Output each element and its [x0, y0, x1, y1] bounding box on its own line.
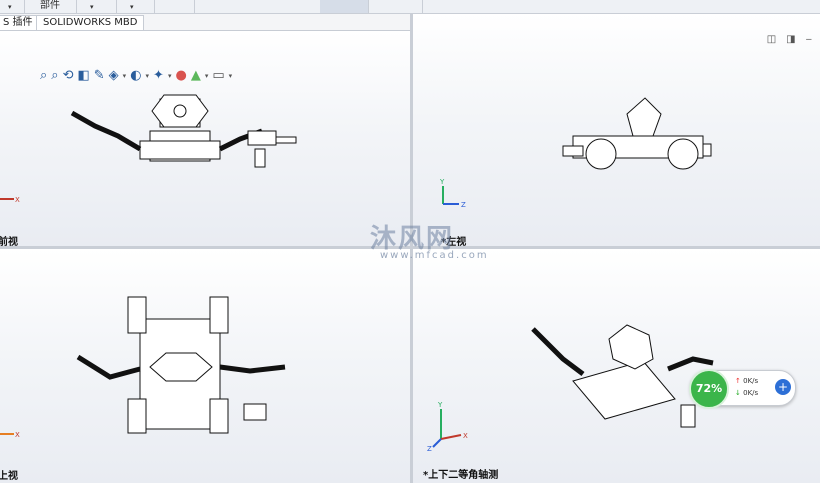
- chevron-down-icon: ▾: [90, 3, 94, 11]
- hide-show-items-icon[interactable]: ✦: [153, 68, 164, 84]
- upload-speed: ↑ 0K/s: [735, 377, 758, 385]
- view-label-isometric: *上下二等角轴测: [423, 470, 499, 481]
- tab-solidworks-mbd[interactable]: SOLIDWORKS MBD: [36, 15, 145, 30]
- axis-indicator: X: [0, 431, 20, 439]
- axis-indicator: Y Z: [439, 178, 466, 209]
- chevron-down-icon[interactable]: ▾: [123, 68, 127, 84]
- model-top-view: X: [0, 296, 286, 439]
- upload-value: 0K/s: [743, 377, 759, 385]
- viewport-front[interactable]: X 前视 ⌕ ⌕ ⟲ ◧ ✎ ◈ ▾ ◐ ▾ ✦ ▾ ● ▲ ▾ ▭ ▾: [0, 31, 410, 246]
- watermark: 沐风网 www.mfcad.com: [330, 218, 487, 261]
- chevron-down-icon[interactable]: ▾: [205, 68, 209, 84]
- chevron-down-icon: ▾: [8, 3, 12, 11]
- toolbar-dropdown[interactable]: ▾: [76, 0, 117, 13]
- tile-icon[interactable]: ◨: [786, 34, 795, 45]
- toolbar-segment[interactable]: [368, 0, 423, 13]
- viewport-left[interactable]: Y Z *左视 ◫ ◨ ‒: [413, 14, 820, 246]
- apply-scene-icon[interactable]: ▲: [191, 68, 201, 84]
- dynamic-annotation-icon[interactable]: ✎: [94, 68, 105, 84]
- top-toolbar-strip: ▾ 部件 ▾ ▾: [0, 0, 820, 14]
- toolbar-segment[interactable]: [154, 0, 195, 13]
- chevron-down-icon[interactable]: ▾: [146, 68, 150, 84]
- chevron-down-icon: ▾: [130, 3, 134, 11]
- zoom-to-area-icon[interactable]: ⌕: [51, 68, 58, 84]
- chevron-down-icon[interactable]: ▾: [168, 68, 172, 84]
- toolbar-dropdown[interactable]: ▾: [116, 0, 155, 13]
- viewport-isometric[interactable]: Y X Z *上下二等角轴测: [413, 249, 820, 483]
- download-value: 0K/s: [743, 389, 759, 397]
- svg-text:X: X: [15, 196, 20, 204]
- section-view-icon[interactable]: ◧: [77, 68, 89, 84]
- viewport-window-controls: ◫ ◨ ‒: [767, 34, 812, 45]
- edit-appearance-icon[interactable]: ●: [175, 68, 186, 84]
- toolbar-segment[interactable]: ▾: [0, 0, 25, 13]
- watermark-url: www.mfcad.com: [380, 250, 489, 261]
- minimize-icon[interactable]: ‒: [806, 34, 812, 45]
- previous-view-icon[interactable]: ⟲: [63, 68, 74, 84]
- view-orientation-icon[interactable]: ◈: [109, 68, 119, 84]
- svg-text:X: X: [15, 431, 20, 439]
- toolbar-active-segment[interactable]: [320, 0, 369, 13]
- tab-plugins[interactable]: S 插件: [0, 15, 40, 30]
- display-style-icon[interactable]: ◐: [130, 68, 141, 84]
- restore-icon[interactable]: ◫: [767, 34, 776, 45]
- command-tab-bar: S 插件 SOLIDWORKS MBD: [0, 14, 410, 31]
- model-front-view: X: [0, 94, 297, 204]
- chevron-down-icon[interactable]: ▾: [229, 68, 233, 84]
- model-left-view: Y Z: [439, 97, 712, 209]
- upload-arrow-icon: ↑: [735, 377, 741, 385]
- svg-text:Z: Z: [461, 201, 466, 209]
- svg-text:X: X: [463, 432, 468, 440]
- axis-indicator: X: [0, 196, 20, 204]
- add-icon[interactable]: +: [775, 379, 791, 395]
- download-speed: ↓ 0K/s: [735, 389, 758, 397]
- network-speed-widget[interactable]: 72% ↑ 0K/s ↓ 0K/s +: [689, 369, 796, 409]
- part-dropdown[interactable]: 部件: [24, 0, 77, 13]
- model-isometric-view: Y X Z: [427, 324, 714, 453]
- svg-text:Y: Y: [437, 401, 443, 409]
- usage-percent-badge: 72%: [689, 369, 729, 409]
- view-label-front: 前视: [0, 237, 18, 246]
- viewport-top[interactable]: X 上视: [0, 249, 410, 483]
- axis-indicator: Y X Z: [427, 401, 468, 453]
- view-label-top: 上视: [0, 471, 18, 482]
- download-arrow-icon: ↓: [735, 389, 741, 397]
- heads-up-view-toolbar: ⌕ ⌕ ⟲ ◧ ✎ ◈ ▾ ◐ ▾ ✦ ▾ ● ▲ ▾ ▭ ▾: [40, 67, 232, 85]
- view-settings-icon[interactable]: ▭: [212, 68, 224, 84]
- svg-text:Z: Z: [427, 445, 432, 453]
- part-label: 部件: [40, 0, 60, 11]
- svg-text:Y: Y: [439, 178, 445, 186]
- zoom-to-fit-icon[interactable]: ⌕: [40, 68, 47, 84]
